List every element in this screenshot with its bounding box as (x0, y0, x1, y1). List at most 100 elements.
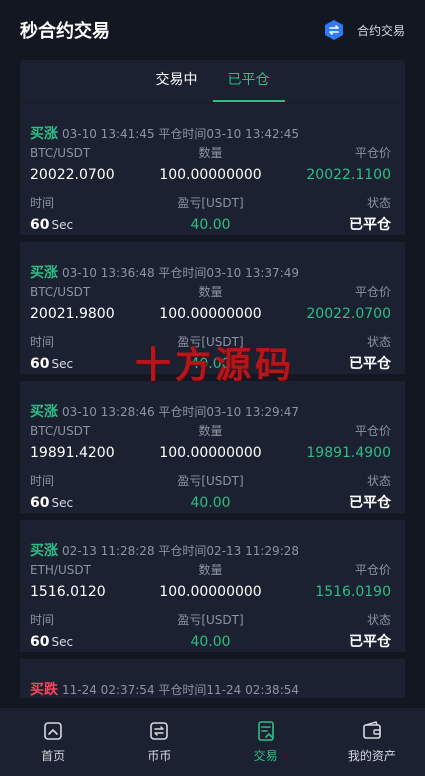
order-close-time-label: 平仓时间 (158, 683, 207, 697)
close-price-label: 平仓价 (354, 146, 391, 160)
pair-label: BTC/USDT (30, 285, 91, 299)
nav-assets-label: 我的资产 (347, 749, 396, 763)
time-label: 时间 (30, 335, 55, 349)
open-price: 1516.0120 (30, 584, 106, 600)
duration-value: 60 (30, 634, 50, 650)
duration-value: 60 (30, 217, 50, 233)
open-price: 20022.0700 (30, 167, 115, 183)
duration-unit: Sec (51, 357, 74, 371)
order-close-time: 02-13 11:29:28 (206, 544, 299, 558)
page-title: 秒合约交易 (20, 21, 110, 42)
duration-value: 60 (30, 495, 50, 511)
order-close-time: 03-10 13:29:47 (206, 405, 299, 419)
order-direction: 买涨 (30, 404, 58, 420)
quantity-value: 100.00000000 (159, 167, 262, 183)
order-header: 买涨 02-13 11:28:28 平仓时间02-13 11:29:28 (30, 520, 391, 560)
nav-exchange-label: 币币 (147, 749, 172, 763)
order-direction: 买涨 (30, 126, 58, 142)
status-label: 状态 (366, 335, 391, 349)
duration-unit: Sec (51, 635, 74, 649)
swap-logo-icon (324, 20, 343, 40)
time-label: 时间 (30, 196, 55, 210)
order-close-time-label: 平仓时间 (158, 405, 207, 419)
order-open-time: 03-10 13:36:48 (62, 266, 155, 280)
trade-icon (257, 721, 274, 741)
order-close-time: 11-24 02:38:54 (206, 683, 299, 697)
order-direction: 买涨 (30, 543, 58, 559)
pair-label: ETH/USDT (30, 563, 91, 577)
orders-panel: 交易中 已平仓 买涨 03-10 13:41:45 平仓时间03-10 13:42… (20, 60, 405, 698)
pnl-value: 40.00 (190, 356, 231, 372)
pair-label: BTC/USDT (30, 424, 91, 438)
time-label: 时间 (30, 474, 55, 488)
order-tabs: 交易中 已平仓 (20, 60, 405, 103)
open-price: 20021.9800 (30, 306, 115, 322)
order-open-time: 02-13 11:28:28 (62, 544, 155, 558)
contract-trade-link[interactable]: 合约交易 (323, 19, 405, 41)
order-card: 买涨 03-10 13:36:48 平仓时间03-10 13:37:49 BTC/U… (20, 242, 405, 381)
pnl-label: 盈亏[USDT] (177, 196, 244, 210)
app-header: 秒合约交易 合约交易 (0, 0, 425, 60)
pnl-label: 盈亏[USDT] (177, 613, 244, 627)
nav-trade[interactable]: 交易 (216, 720, 316, 764)
pnl-label: 盈亏[USDT] (177, 335, 244, 349)
nav-home[interactable]: 首页 (3, 720, 103, 764)
pnl-value: 40.00 (190, 217, 231, 233)
close-price-label: 平仓价 (354, 285, 391, 299)
order-header: 买涨 03-10 13:28:46 平仓时间03-10 13:29:47 (30, 381, 391, 421)
order-header: 买涨 03-10 13:41:45 平仓时间03-10 13:42:45 (30, 103, 391, 143)
status-badge: 已平仓 (349, 356, 391, 372)
status-badge: 已平仓 (349, 217, 391, 233)
tab-open-orders[interactable]: 交易中 (141, 60, 213, 102)
order-card: 买涨 03-10 13:28:46 平仓时间03-10 13:29:47 BTC/U… (20, 381, 405, 520)
contract-trade-label: 合约交易 (356, 23, 405, 38)
close-price-value: 20022.0700 (306, 306, 391, 322)
order-close-time-label: 平仓时间 (158, 127, 207, 141)
pnl-label: 盈亏[USDT] (177, 474, 244, 488)
order-close-time-label: 平仓时间 (158, 266, 207, 280)
order-list: 买涨 03-10 13:41:45 平仓时间03-10 13:42:45 BTC/U… (20, 103, 405, 698)
nav-trade-label: 交易 (253, 749, 278, 763)
nav-assets[interactable]: 我的资产 (322, 720, 422, 764)
order-card: 买跌 11-24 02:37:54 平仓时间11-24 02:38:54 (20, 659, 405, 698)
order-open-time: 11-24 02:37:54 (62, 683, 155, 697)
status-badge: 已平仓 (349, 495, 391, 511)
duration-unit: Sec (51, 496, 74, 510)
pnl-value: 40.00 (190, 634, 231, 650)
duration-value: 60 (30, 356, 50, 372)
tab-closed-orders[interactable]: 已平仓 (212, 60, 285, 102)
duration-unit: Sec (51, 218, 74, 232)
order-card: 买涨 03-10 13:41:45 平仓时间03-10 13:42:45 BTC/U… (20, 103, 405, 242)
pnl-value: 40.00 (190, 495, 231, 511)
nav-home-label: 首页 (41, 749, 66, 763)
close-price-value: 1516.0190 (315, 584, 391, 600)
order-header: 买涨 03-10 13:36:48 平仓时间03-10 13:37:49 (30, 242, 391, 282)
quantity-label: 数量 (198, 285, 223, 299)
order-header: 买跌 11-24 02:37:54 平仓时间11-24 02:38:54 (30, 659, 391, 698)
status-label: 状态 (366, 613, 391, 627)
order-close-time: 03-10 13:42:45 (206, 127, 299, 141)
quantity-value: 100.00000000 (159, 306, 262, 322)
bottom-nav: 首页 币币 交易 我的资产 (0, 708, 425, 776)
exchange-icon (150, 722, 169, 740)
home-icon (44, 722, 62, 740)
close-price-value: 20022.1100 (306, 167, 391, 183)
nav-exchange[interactable]: 币币 (109, 720, 209, 764)
status-label: 状态 (366, 196, 391, 210)
quantity-value: 100.00000000 (159, 445, 262, 461)
order-close-time: 03-10 13:37:49 (206, 266, 299, 280)
wallet-icon (363, 721, 381, 739)
quantity-value: 100.00000000 (159, 584, 262, 600)
order-open-time: 03-10 13:28:46 (62, 405, 155, 419)
time-label: 时间 (30, 613, 55, 627)
quantity-label: 数量 (198, 563, 223, 577)
quantity-label: 数量 (198, 424, 223, 438)
close-price-value: 19891.4900 (306, 445, 391, 461)
order-open-time: 03-10 13:41:45 (62, 127, 155, 141)
pair-label: BTC/USDT (30, 146, 91, 160)
open-price: 19891.4200 (30, 445, 115, 461)
status-label: 状态 (366, 474, 391, 488)
order-card: 买涨 02-13 11:28:28 平仓时间02-13 11:29:28 ETH/U… (20, 520, 405, 659)
close-price-label: 平仓价 (354, 563, 391, 577)
quantity-label: 数量 (198, 146, 223, 160)
